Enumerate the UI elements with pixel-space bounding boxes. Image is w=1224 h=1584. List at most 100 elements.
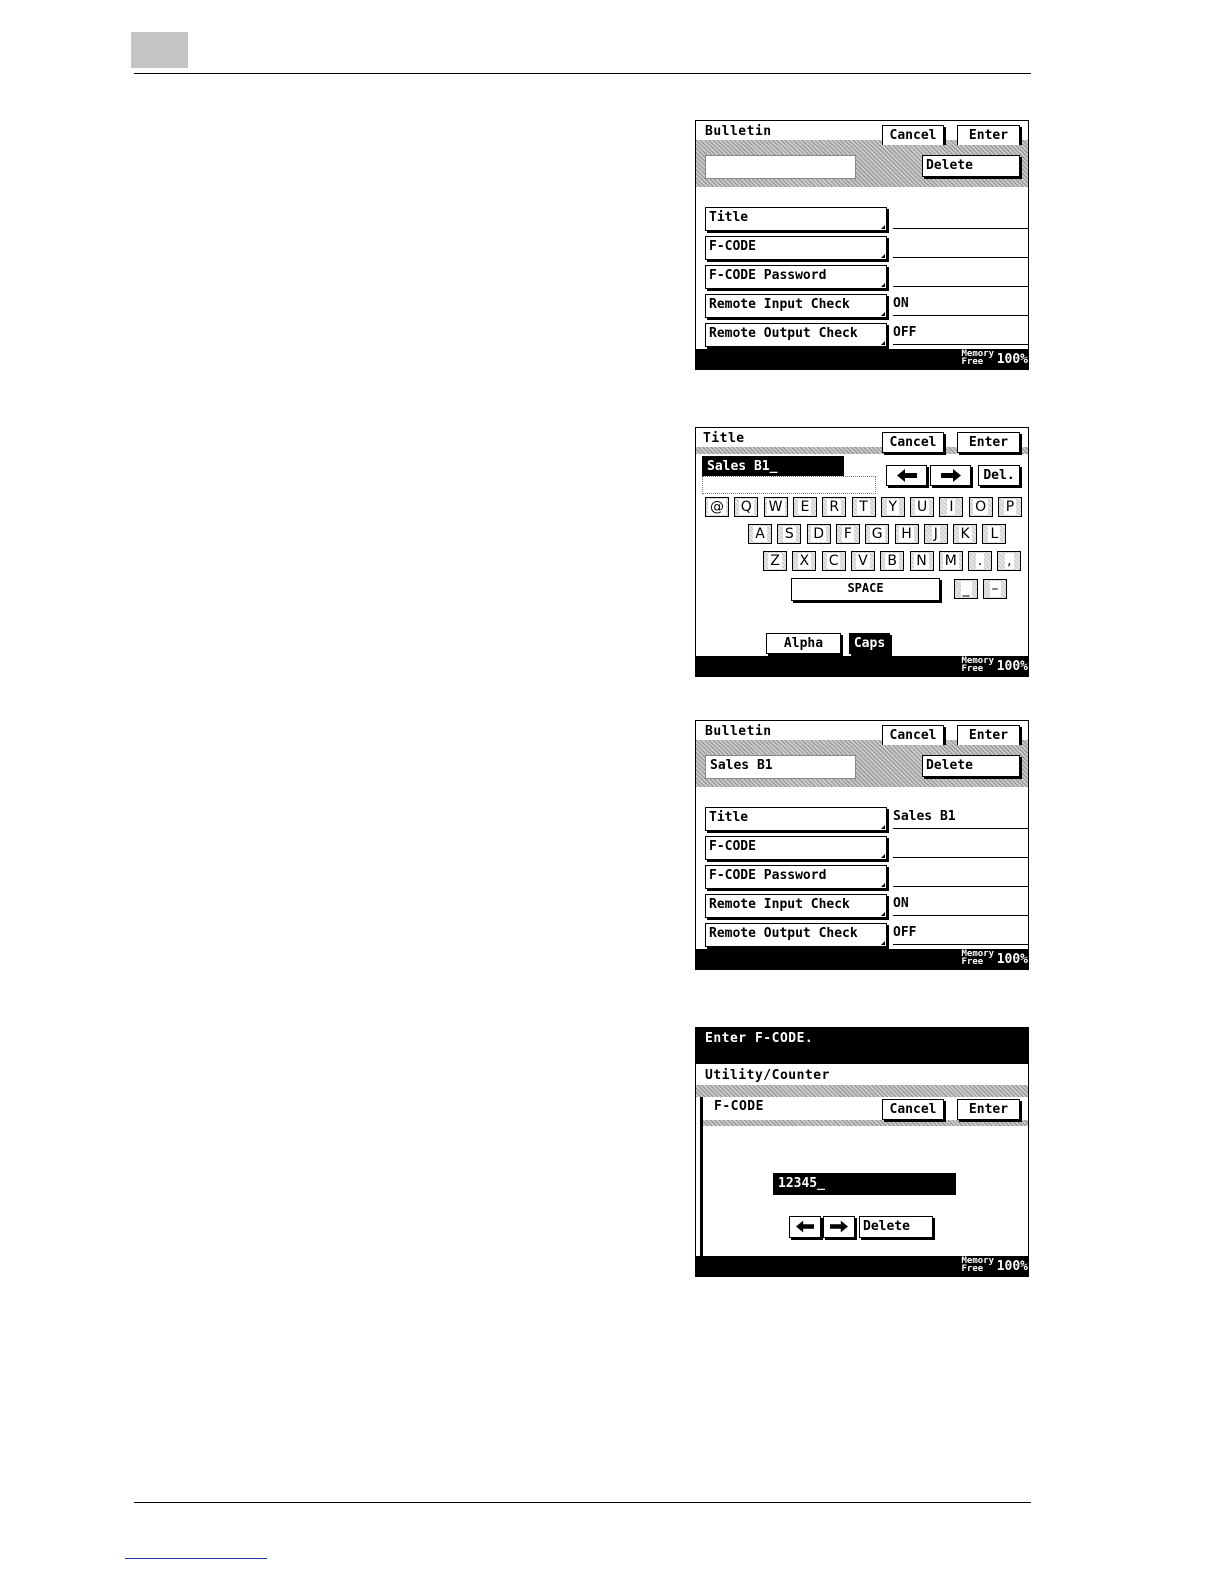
key-n[interactable]: N xyxy=(909,551,934,571)
remote-output-check-value: OFF xyxy=(893,923,1028,945)
remote-output-check-label: Remote Output Check xyxy=(709,326,858,341)
title-value: Sales B1 xyxy=(893,807,1028,829)
delete-button[interactable]: Delete xyxy=(922,755,1020,777)
enter-button[interactable]: Enter xyxy=(957,432,1020,453)
key-q[interactable]: Q xyxy=(734,497,759,517)
title-hatch xyxy=(703,1120,1028,1126)
screen-title: Bulletin xyxy=(705,724,772,739)
f-code-input[interactable]: 12345_ xyxy=(773,1173,956,1195)
key-i[interactable]: I xyxy=(939,497,964,517)
key-r[interactable]: R xyxy=(822,497,847,517)
key-x[interactable]: X xyxy=(792,551,817,571)
cancel-button[interactable]: Cancel xyxy=(882,725,944,746)
f-code-password-button[interactable]: F-CODE Password xyxy=(705,265,887,289)
f-code-password-value xyxy=(893,265,1028,287)
prompt-message: Enter F-CODE. xyxy=(705,1031,814,1046)
key-z[interactable]: Z xyxy=(763,551,787,571)
key-w[interactable]: W xyxy=(763,497,788,517)
cancel-button[interactable]: Cancel xyxy=(882,1099,944,1120)
cursor-right-button[interactable] xyxy=(823,1216,855,1238)
screen-title: F-CODE xyxy=(714,1099,764,1114)
hyphen-key[interactable]: – xyxy=(983,579,1007,599)
key-e[interactable]: E xyxy=(792,497,817,517)
key-j[interactable]: J xyxy=(923,524,948,544)
footer-rule xyxy=(134,1502,1031,1503)
title-setting-label: Title xyxy=(709,210,749,225)
key-o[interactable]: O xyxy=(968,497,993,517)
key-t[interactable]: T xyxy=(851,497,876,517)
memory-status-bar: Memory Free 100% xyxy=(696,1256,1028,1276)
key-a[interactable]: A xyxy=(748,524,772,544)
title-setting-button[interactable]: Title xyxy=(705,807,887,831)
f-code-entry-screen: Enter F-CODE. Utility/Counter F-CODE Can… xyxy=(695,1027,1029,1277)
key-g[interactable]: G xyxy=(865,524,890,544)
title-setting-button[interactable]: Title xyxy=(705,207,887,231)
key-p[interactable]: P xyxy=(998,497,1022,517)
key-u[interactable]: U xyxy=(910,497,935,517)
key-v[interactable]: V xyxy=(850,551,875,571)
title-value xyxy=(893,207,1028,229)
key-s[interactable]: S xyxy=(777,524,802,544)
del-button[interactable]: Del. xyxy=(978,465,1020,486)
cursor-left-button[interactable] xyxy=(789,1216,821,1238)
cursor-left-button[interactable] xyxy=(886,465,927,486)
key-comma[interactable]: , xyxy=(997,551,1022,571)
key-b[interactable]: B xyxy=(880,551,905,571)
remote-output-check-label: Remote Output Check xyxy=(709,926,858,941)
bulletin-screen-filled: Bulletin Cancel Enter Sales B1 Delete Ti… xyxy=(695,720,1029,970)
f-code-password-value xyxy=(893,865,1028,887)
arrow-right-icon xyxy=(940,469,961,482)
f-code-setting-button[interactable]: F-CODE xyxy=(705,836,887,860)
key-at[interactable]: @ xyxy=(705,497,729,517)
title-text-input[interactable]: Sales B1_ xyxy=(702,456,844,476)
title-setting-label: Title xyxy=(709,810,749,825)
bulletin-name-field[interactable] xyxy=(705,155,856,179)
memory-free-value: 100% xyxy=(996,952,1028,967)
cancel-button[interactable]: Cancel xyxy=(882,125,944,146)
delete-button[interactable]: Delete xyxy=(922,155,1020,177)
remote-input-check-button[interactable]: Remote Input Check xyxy=(705,894,887,918)
memory-status-bar: Memory Free 100% xyxy=(696,949,1028,969)
remote-output-check-button[interactable]: Remote Output Check xyxy=(705,923,887,947)
key-y[interactable]: Y xyxy=(880,497,905,517)
caps-mode-button[interactable]: Caps xyxy=(849,633,890,654)
remote-output-check-button[interactable]: Remote Output Check xyxy=(705,323,887,347)
key-period[interactable]: . xyxy=(968,551,993,571)
memory-free-label: Memory Free xyxy=(961,949,994,967)
key-m[interactable]: M xyxy=(938,551,963,571)
screen-title: Title xyxy=(703,431,745,446)
f-code-password-button[interactable]: F-CODE Password xyxy=(705,865,887,889)
cursor-right-button[interactable] xyxy=(930,465,971,486)
key-k[interactable]: K xyxy=(953,524,978,544)
memory-free-label: Memory Free xyxy=(961,349,994,367)
f-code-setting-button[interactable]: F-CODE xyxy=(705,236,887,260)
bulletin-screen-empty: Bulletin Cancel Enter Delete Title F-COD… xyxy=(695,120,1029,370)
key-d[interactable]: D xyxy=(806,524,831,544)
bulletin-name-field[interactable]: Sales B1 xyxy=(705,755,856,779)
memory-status-bar: Memory Free 100% xyxy=(696,349,1028,369)
key-c[interactable]: C xyxy=(821,551,846,571)
enter-button[interactable]: Enter xyxy=(957,1099,1020,1120)
cancel-button[interactable]: Cancel xyxy=(882,432,944,453)
memory-status-bar: Memory Free 100% xyxy=(696,656,1028,676)
enter-button[interactable]: Enter xyxy=(957,125,1020,146)
arrow-right-icon xyxy=(830,1220,848,1233)
remote-input-check-button[interactable]: Remote Input Check xyxy=(705,294,887,318)
arrow-left-icon xyxy=(896,469,917,482)
underscore-key[interactable]: _ xyxy=(954,579,978,599)
alpha-mode-button[interactable]: Alpha xyxy=(766,633,841,654)
enter-button[interactable]: Enter xyxy=(957,725,1020,746)
remote-input-check-value: ON xyxy=(893,894,1028,916)
f-code-value xyxy=(893,236,1028,258)
screen-title: Bulletin xyxy=(705,124,772,139)
prompt-banner: Enter F-CODE. xyxy=(696,1028,1028,1064)
footer-link-underline xyxy=(125,1558,267,1559)
key-h[interactable]: H xyxy=(894,524,919,544)
key-f[interactable]: F xyxy=(835,524,860,544)
key-l[interactable]: L xyxy=(982,524,1007,544)
remote-output-check-value: OFF xyxy=(893,323,1028,345)
memory-free-value: 100% xyxy=(996,1259,1028,1274)
delete-button[interactable]: Delete xyxy=(859,1216,933,1238)
f-code-setting-label: F-CODE xyxy=(709,839,756,854)
space-key[interactable]: SPACE xyxy=(791,578,940,601)
